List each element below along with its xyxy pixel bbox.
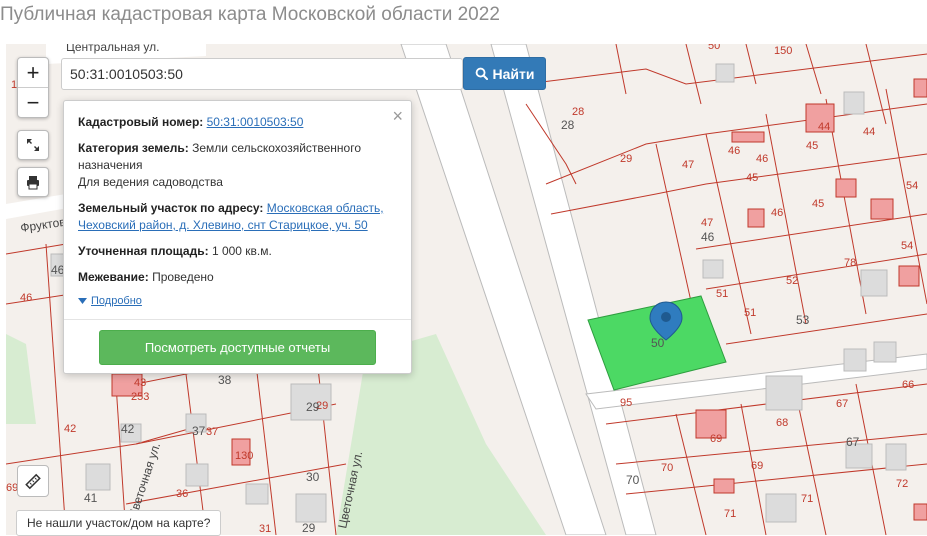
survey-row: Межевание: Проведено <box>78 269 397 286</box>
svg-text:46: 46 <box>728 145 740 157</box>
close-icon[interactable]: × <box>392 106 403 127</box>
svg-text:45: 45 <box>806 140 818 152</box>
svg-text:68: 68 <box>776 417 788 429</box>
not-found-link[interactable]: Не нашли участок/дом на карте? <box>16 510 222 536</box>
svg-text:78: 78 <box>844 257 856 269</box>
svg-text:42: 42 <box>121 422 135 436</box>
view-reports-button[interactable]: Посмотреть доступные отчеты <box>99 330 376 365</box>
svg-text:70: 70 <box>661 462 673 474</box>
survey-label: Межевание: <box>78 270 149 284</box>
svg-text:46: 46 <box>20 292 32 304</box>
svg-text:150: 150 <box>774 45 792 57</box>
print-button[interactable] <box>17 167 49 197</box>
details-toggle[interactable]: Подробно <box>78 295 397 307</box>
svg-text:Центральная ул.: Центральная ул. <box>66 44 159 54</box>
search-button[interactable]: Найти <box>463 57 546 90</box>
permitted-use-value: Для ведения садоводства <box>78 175 223 189</box>
svg-text:53: 53 <box>796 313 810 327</box>
details-label: Подробно <box>91 295 142 307</box>
svg-text:44: 44 <box>863 126 875 138</box>
svg-text:50: 50 <box>708 44 720 52</box>
svg-text:130: 130 <box>235 450 253 462</box>
svg-text:46: 46 <box>771 207 783 219</box>
svg-text:52: 52 <box>786 275 798 287</box>
zoom-control: + − <box>17 57 49 118</box>
area-value: 1 000 кв.м. <box>211 244 272 258</box>
svg-text:30: 30 <box>306 470 320 484</box>
svg-text:51: 51 <box>716 288 728 300</box>
caret-down-icon <box>78 298 87 304</box>
svg-text:54: 54 <box>906 180 918 192</box>
survey-value: Проведено <box>152 270 214 284</box>
search-icon <box>475 67 488 80</box>
svg-text:29: 29 <box>620 153 632 165</box>
svg-text:50: 50 <box>651 336 665 350</box>
svg-text:46: 46 <box>756 153 768 165</box>
svg-text:71: 71 <box>724 508 736 520</box>
svg-text:36: 36 <box>176 488 188 500</box>
ruler-icon <box>25 473 41 490</box>
svg-text:72: 72 <box>896 478 908 490</box>
svg-text:71: 71 <box>801 493 813 505</box>
svg-text:54: 54 <box>901 240 913 252</box>
svg-text:44: 44 <box>818 121 830 133</box>
search-button-label: Найти <box>492 65 535 82</box>
svg-text:69: 69 <box>751 460 763 472</box>
svg-text:42: 42 <box>64 423 76 435</box>
printer-icon <box>27 176 39 190</box>
address-label: Земельный участок по адресу: <box>78 201 264 215</box>
svg-text:41: 41 <box>84 491 98 505</box>
expand-icon <box>27 139 39 151</box>
page-title: Публичная кадастровая карта Московской о… <box>0 4 500 25</box>
svg-text:95: 95 <box>620 397 632 409</box>
cadastral-number-label: Кадастровый номер: <box>78 115 204 129</box>
svg-text:45: 45 <box>746 172 758 184</box>
svg-text:67: 67 <box>836 398 848 410</box>
area-label: Уточненная площадь: <box>78 244 209 258</box>
svg-text:43: 43 <box>134 377 146 389</box>
parcel-info-popup: × Кадастровый номер: 50:31:0010503:50 Ка… <box>63 100 412 374</box>
svg-text:66: 66 <box>902 379 914 391</box>
svg-text:28: 28 <box>572 106 584 118</box>
svg-text:69: 69 <box>710 433 722 445</box>
svg-text:31: 31 <box>259 523 271 535</box>
cadastral-search-input[interactable]: 50:31:0010503:50 <box>61 58 463 90</box>
svg-text:253: 253 <box>131 391 149 403</box>
svg-text:38: 38 <box>218 373 232 387</box>
svg-text:70: 70 <box>626 473 640 487</box>
svg-text:37: 37 <box>206 426 218 438</box>
svg-text:46: 46 <box>701 230 715 244</box>
cadastral-number-row: Кадастровый номер: 50:31:0010503:50 <box>78 114 397 131</box>
svg-text:45: 45 <box>812 198 824 210</box>
svg-text:37: 37 <box>192 424 206 438</box>
address-row: Земельный участок по адресу: Московская … <box>78 200 397 234</box>
area-row: Уточненная площадь: 1 000 кв.м. <box>78 243 397 260</box>
svg-text:67: 67 <box>846 435 860 449</box>
svg-text:28: 28 <box>561 118 575 132</box>
cadastral-number-link[interactable]: 50:31:0010503:50 <box>207 115 304 129</box>
land-category-row: Категория земель: Земли сельскохозяйстве… <box>78 140 397 191</box>
zoom-out-button[interactable]: − <box>18 87 48 117</box>
land-category-label: Категория земель: <box>78 141 189 155</box>
popup-divider <box>64 319 411 320</box>
svg-text:29: 29 <box>306 400 320 414</box>
zoom-in-button[interactable]: + <box>18 58 48 87</box>
svg-text:29: 29 <box>302 521 316 535</box>
svg-text:47: 47 <box>701 217 713 229</box>
fullscreen-button[interactable] <box>17 130 49 160</box>
svg-text:51: 51 <box>744 307 756 319</box>
measure-button[interactable] <box>17 465 49 497</box>
svg-text:47: 47 <box>682 159 694 171</box>
